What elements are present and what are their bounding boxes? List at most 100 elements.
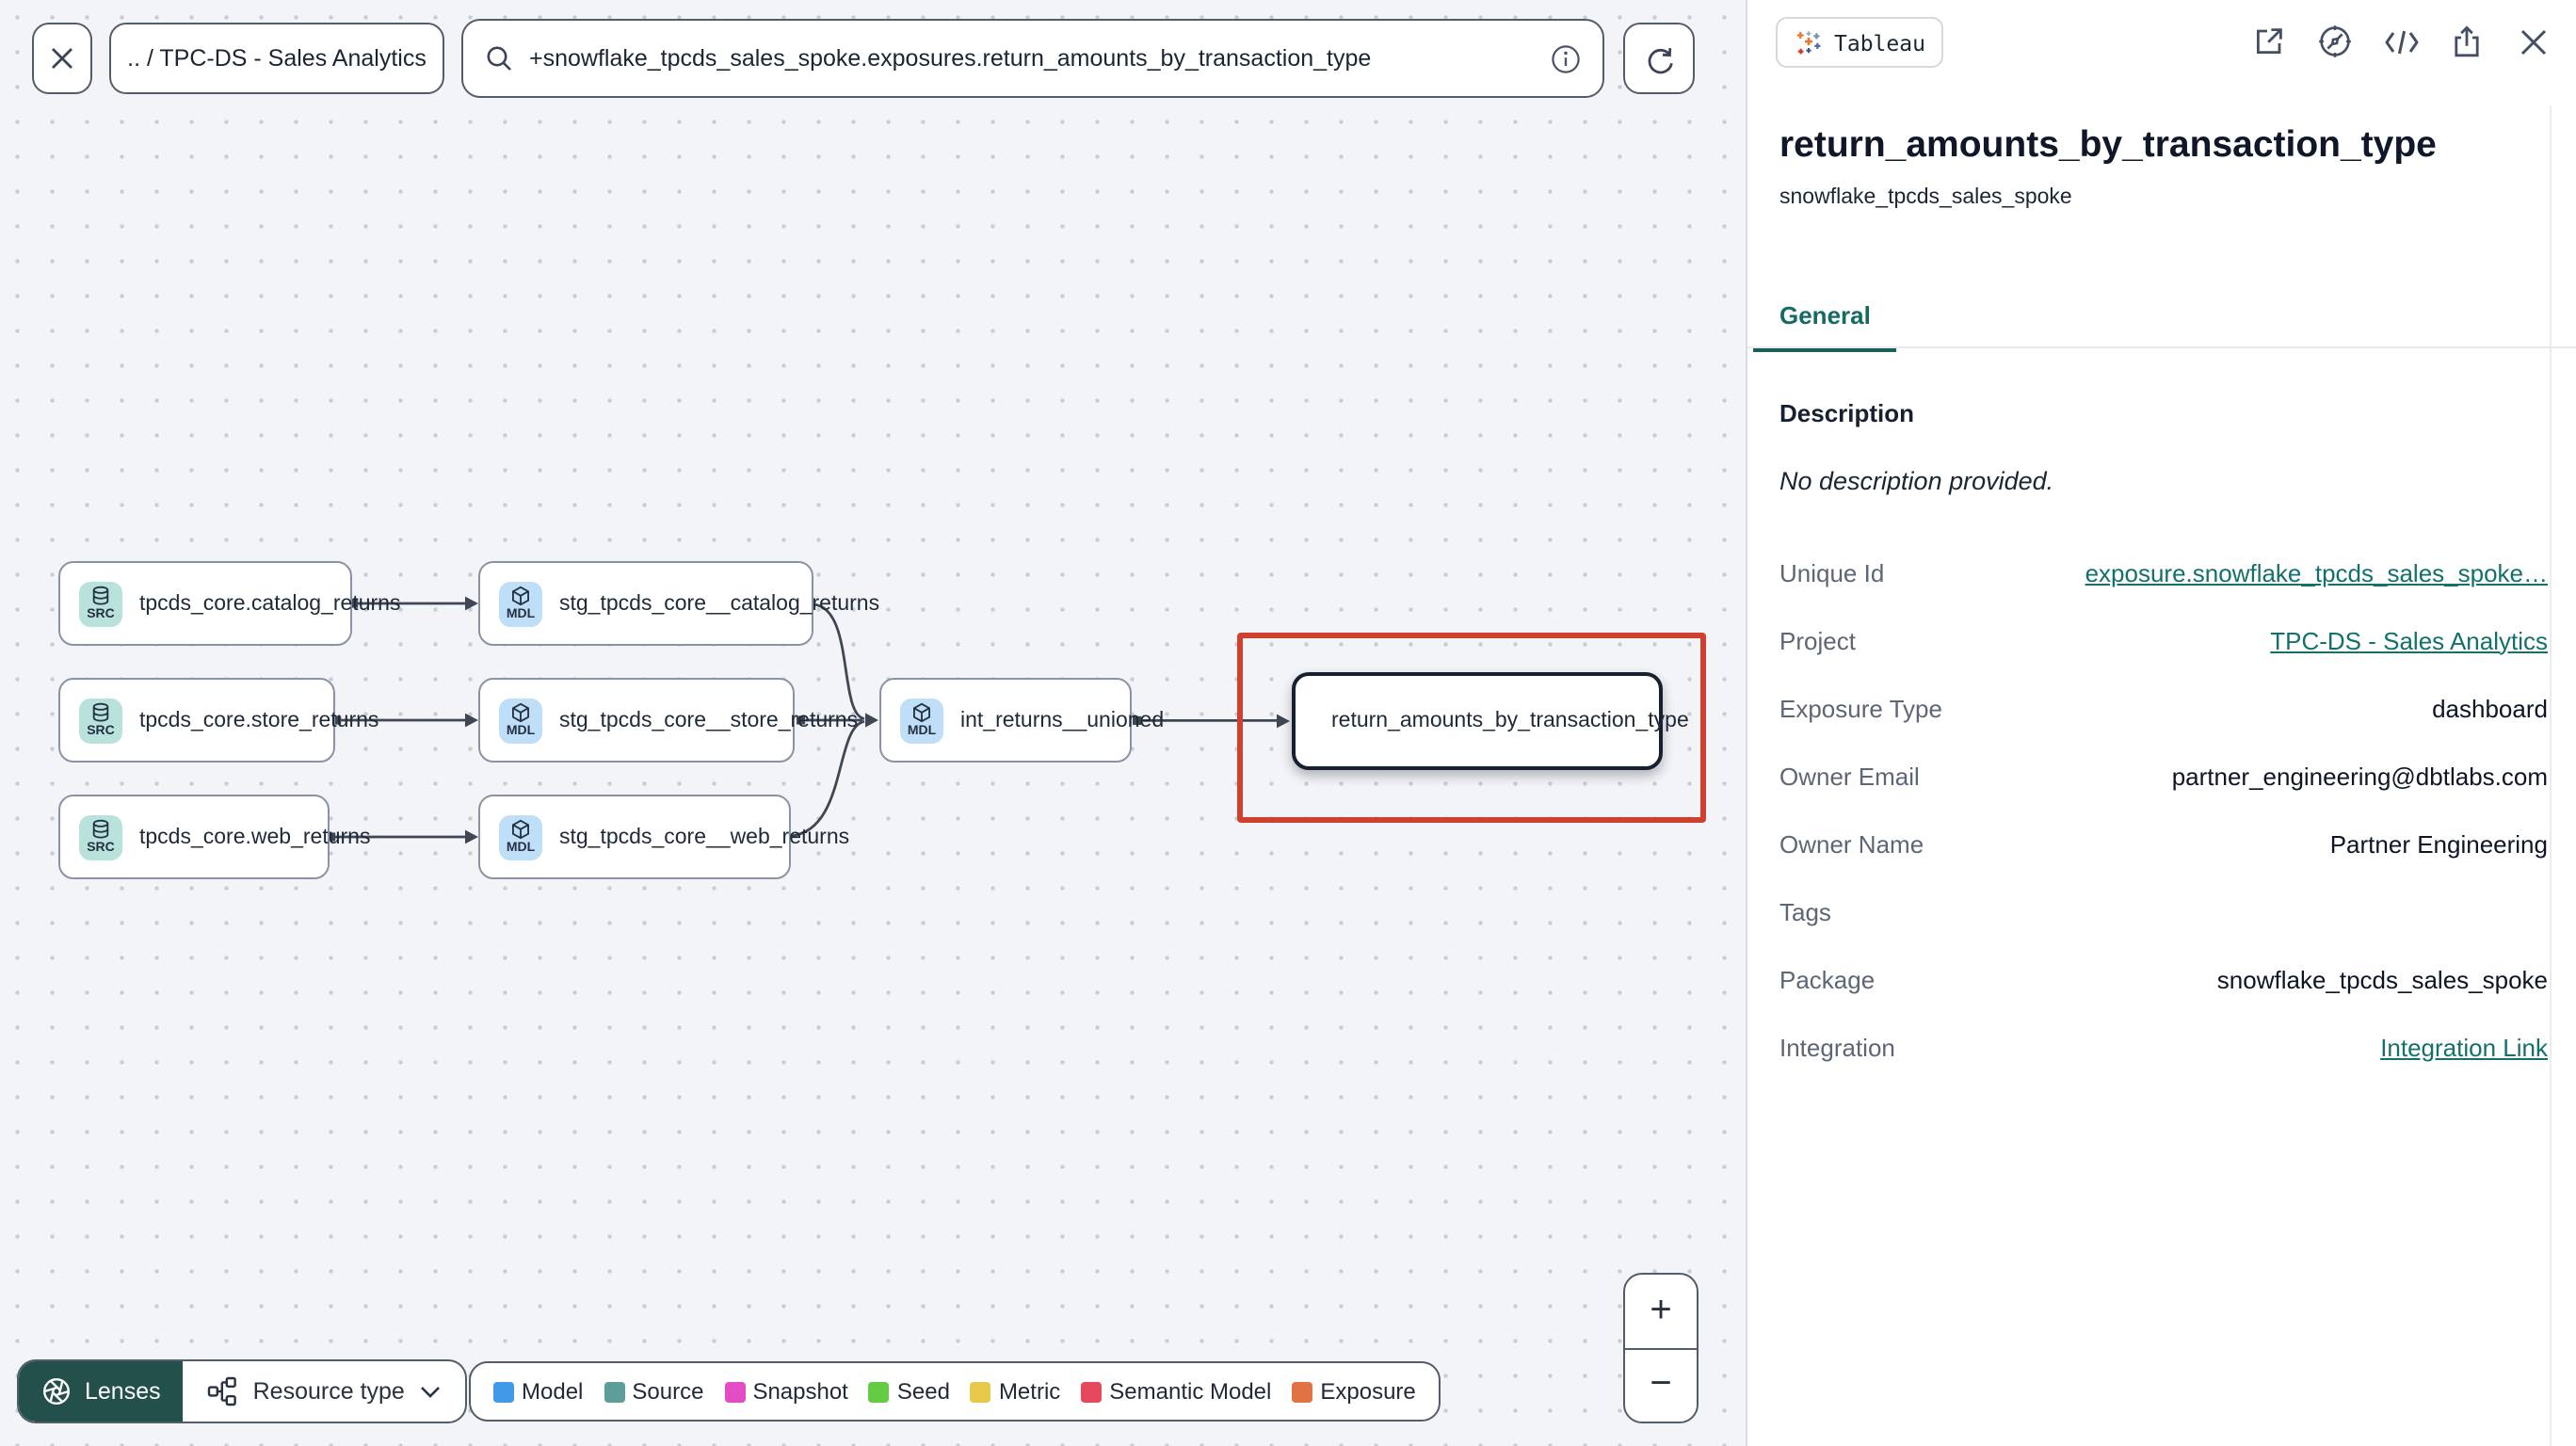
share-button[interactable] <box>2446 21 2487 62</box>
snapshot-swatch <box>724 1381 746 1402</box>
badge-label: SRC <box>87 608 115 621</box>
source-badge: SRC <box>79 814 122 860</box>
project-link[interactable]: TPC-DS - Sales Analytics <box>2270 626 2548 654</box>
badge-label: MDL <box>506 608 536 621</box>
source-badge: SRC <box>79 698 122 743</box>
field-row-owner-email: Owner Email partner_engineering@dbtlabs.… <box>1779 762 2548 790</box>
open-in-new-icon <box>2257 28 2282 54</box>
model-badge: MDL <box>900 698 943 743</box>
legend-item-semantic-model: Semantic Model <box>1081 1378 1271 1405</box>
description-heading: Description <box>1779 399 1915 427</box>
details-panel: Tableau return_amounts_by_transaction_ty… <box>1746 0 2576 1446</box>
legend-item-snapshot: Snapshot <box>724 1378 848 1405</box>
open-in-new-button[interactable] <box>2248 21 2290 62</box>
node-model-stg-catalog-returns[interactable]: MDL stg_tpcds_core__catalog_returns <box>478 561 879 646</box>
semantic-model-swatch <box>1081 1381 1103 1402</box>
unique-id-link[interactable]: exposure.snowflake_tpcds_sales_spoke… <box>2085 558 2548 586</box>
node-exposure-return-amounts[interactable]: return_amounts_by_transaction_type <box>1292 672 1689 770</box>
node-model-stg-store-returns[interactable]: MDL stg_tpcds_core__store_returns <box>478 678 858 763</box>
share-icon <box>2455 24 2479 56</box>
zoom-out-button[interactable]: − <box>1625 1349 1697 1422</box>
lenses-button[interactable]: Lenses <box>19 1361 184 1422</box>
legend-item-model: Model <box>493 1378 583 1405</box>
view-code-button[interactable] <box>2380 21 2422 62</box>
database-icon <box>92 819 109 839</box>
owner-name-value: Partner Engineering <box>2329 829 2548 858</box>
node-label: stg_tpcds_core__web_returns <box>559 826 850 848</box>
code-icon <box>2384 29 2418 54</box>
legend-item-source: Source <box>604 1378 703 1405</box>
refresh-lineage-button[interactable] <box>1623 23 1695 94</box>
node-label: tpcds_core.catalog_returns <box>139 592 401 615</box>
node-source-catalog-returns[interactable]: SRC tpcds_core.catalog_returns <box>58 561 400 646</box>
field-row-tags: Tags <box>1779 897 1831 925</box>
search-icon <box>487 46 511 71</box>
resource-type-label: Resource type <box>252 1378 405 1405</box>
exposure-type-value: dashboard <box>2432 694 2548 722</box>
badge-label: SRC <box>87 842 115 855</box>
breadcrumb[interactable]: .. / TPC-DS - Sales Analytics <box>109 23 444 94</box>
model-badge: MDL <box>499 581 542 626</box>
node-source-store-returns[interactable]: SRC tpcds_core.store_returns <box>58 678 378 763</box>
resource-type-icon <box>208 1376 237 1406</box>
refresh-icon <box>1647 47 1672 73</box>
close-lineage-button[interactable] <box>32 23 92 94</box>
database-icon <box>92 702 109 722</box>
database-icon <box>92 586 109 605</box>
close-icon <box>2520 28 2546 55</box>
page-title: return_amounts_by_transaction_type <box>1779 124 2437 166</box>
explore-lineage-button[interactable] <box>2314 21 2356 62</box>
source-badge: SRC <box>79 581 122 626</box>
node-model-int-returns-unioned[interactable]: MDL int_returns__unioned <box>879 678 1164 763</box>
node-label: int_returns__unioned <box>960 709 1165 731</box>
chevron-down-icon <box>420 1386 440 1397</box>
description-value: No description provided. <box>1779 467 2054 495</box>
search-input[interactable] <box>529 45 1535 72</box>
model-badge: MDL <box>499 698 542 743</box>
badge-label: SRC <box>87 725 115 738</box>
close-panel-button[interactable] <box>2512 21 2553 62</box>
node-label: tpcds_core.store_returns <box>139 709 379 731</box>
panel-tabs: General <box>1753 286 1897 352</box>
badge-label: MDL <box>506 842 536 855</box>
zoom-in-button[interactable]: + <box>1625 1275 1697 1349</box>
cube-icon <box>913 702 930 723</box>
field-row-owner-name: Owner Name Partner Engineering <box>1779 829 2548 858</box>
package-value: snowflake_tpcds_sales_spoke <box>2216 965 2548 993</box>
node-label: return_amounts_by_transaction_type <box>1331 710 1689 732</box>
cube-icon <box>512 702 529 723</box>
tab-separator <box>1747 346 2576 348</box>
integration-link[interactable]: Integration Link <box>2380 1033 2548 1061</box>
close-icon <box>52 48 72 69</box>
badge-label: MDL <box>907 725 937 738</box>
cube-icon <box>512 586 529 606</box>
badge-label: MDL <box>506 725 536 738</box>
field-row-unique-id: Unique Id exposure.snowflake_tpcds_sales… <box>1779 558 2548 586</box>
node-source-web-returns[interactable]: SRC tpcds_core.web_returns <box>58 795 370 879</box>
panel-scroll-gutter <box>2550 105 2552 1446</box>
info-icon[interactable] <box>1550 42 1582 74</box>
model-badge: MDL <box>499 814 542 860</box>
node-label: stg_tpcds_core__catalog_returns <box>559 592 880 615</box>
legend-item-metric: Metric <box>970 1378 1060 1405</box>
tab-general[interactable]: General <box>1753 286 1897 352</box>
seed-swatch <box>868 1381 890 1402</box>
lineage-search <box>461 19 1604 98</box>
lenses-label: Lenses <box>85 1378 161 1405</box>
detail-fields: Unique Id exposure.snowflake_tpcds_sales… <box>1779 538 2548 1081</box>
resource-type-dropdown[interactable]: Resource type <box>184 1361 465 1422</box>
panel-header-actions <box>2248 21 2553 62</box>
node-label: stg_tpcds_core__store_returns <box>559 709 859 731</box>
legend-item-seed: Seed <box>868 1378 950 1405</box>
integration-badge-label: Tableau <box>1834 29 1925 56</box>
aperture-icon <box>42 1377 71 1406</box>
lenses-controls: Lenses Resource type <box>17 1359 467 1423</box>
field-row-exposure-type: Exposure Type dashboard <box>1779 694 2548 722</box>
breadcrumb-label: .. / TPC-DS - Sales Analytics <box>127 45 427 72</box>
explore-compass-icon <box>2319 25 2351 57</box>
lineage-canvas[interactable]: .. / TPC-DS - Sales Analytics SRC tpcds_… <box>0 0 1746 1446</box>
general-tab-content: Description No description provided. Uni… <box>1779 380 2548 1081</box>
model-swatch <box>493 1381 514 1402</box>
integration-badge[interactable]: Tableau <box>1776 17 1944 68</box>
node-model-stg-web-returns[interactable]: MDL stg_tpcds_core__web_returns <box>478 795 849 879</box>
